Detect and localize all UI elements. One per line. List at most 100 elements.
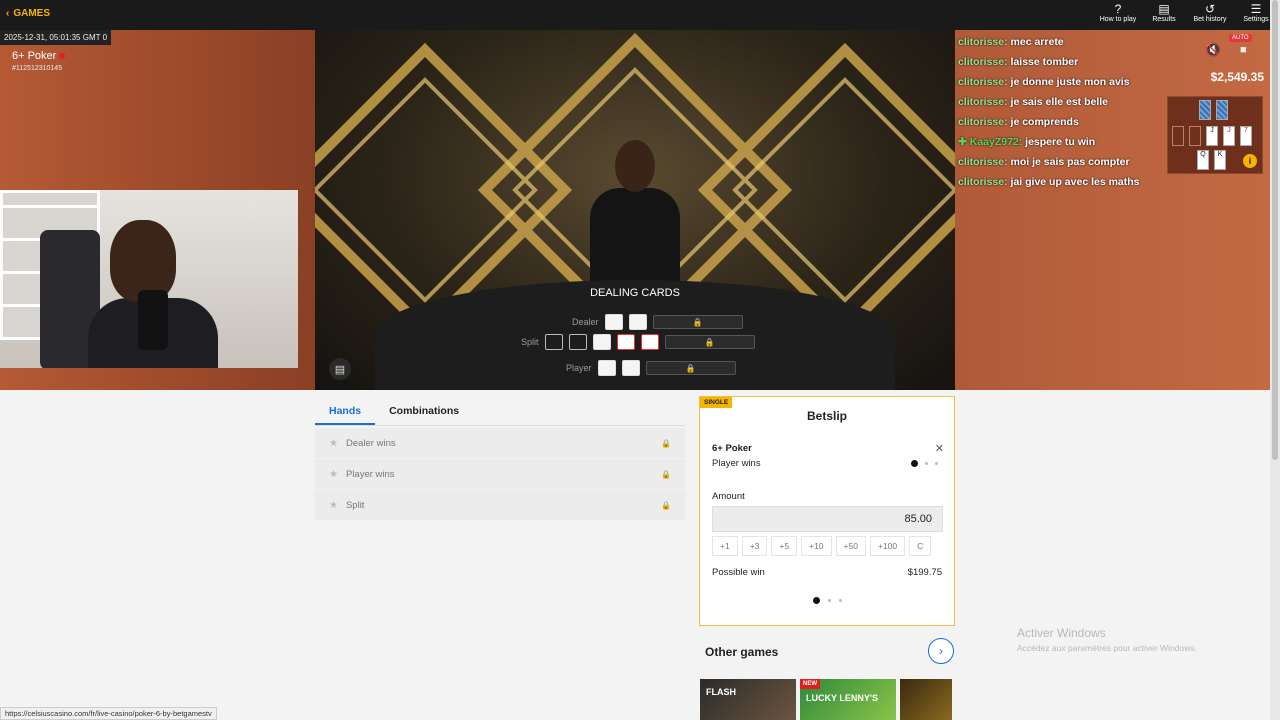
auto-badge: AUTO bbox=[1229, 34, 1252, 42]
card-slot bbox=[544, 334, 563, 350]
camera-icon[interactable]: ■ bbox=[1240, 44, 1247, 56]
how-to-play-button[interactable]: ? How to play bbox=[1098, 2, 1138, 23]
new-badge: NEW bbox=[800, 679, 820, 689]
card bbox=[616, 334, 635, 350]
card-back bbox=[1199, 100, 1211, 120]
card-back bbox=[1216, 100, 1228, 120]
dealer-lock-box: 🔒 bbox=[652, 315, 743, 329]
card bbox=[621, 360, 640, 376]
mute-icon[interactable]: 🔇 bbox=[1205, 42, 1221, 58]
game-name-label: 6+ Poker bbox=[12, 50, 57, 62]
pager-dot[interactable] bbox=[827, 599, 831, 602]
close-icon[interactable]: ✕ bbox=[935, 442, 944, 455]
chat-message: clitorisse: laisse tomber bbox=[958, 56, 1079, 68]
amount-label: Amount bbox=[712, 491, 745, 502]
lock-icon: 🔒 bbox=[661, 438, 671, 448]
bet-game: 6+ Poker bbox=[712, 443, 752, 454]
hand-option-player-wins[interactable]: ★ Player wins 🔒 bbox=[315, 459, 685, 489]
balance: $2,549.35 bbox=[1210, 70, 1264, 84]
windows-activation-watermark: Activer Windows Accédez aux paramètres p… bbox=[1017, 626, 1197, 653]
split-row-label: Split bbox=[521, 337, 539, 347]
mini-card: 7 bbox=[1240, 126, 1252, 146]
quick-add-10-button[interactable]: +10 bbox=[801, 536, 832, 556]
game-tile-lucky-lennys[interactable]: NEW LUCKY LENNY'S bbox=[800, 679, 896, 720]
star-icon[interactable]: ★ bbox=[329, 438, 338, 449]
dealer-row: Dealer 🔒 bbox=[572, 314, 743, 330]
quick-add-1-button[interactable]: +1 bbox=[712, 536, 738, 556]
card bbox=[628, 314, 647, 330]
chat-overlay: clitorisse: mec arrete clitorisse: laiss… bbox=[958, 32, 1198, 192]
amount-input[interactable]: 85.00 bbox=[712, 506, 943, 532]
card-slot bbox=[1172, 126, 1184, 146]
lock-icon: 🔒 bbox=[661, 469, 671, 479]
quick-add-100-button[interactable]: +100 bbox=[869, 536, 906, 556]
dealer-row-label: Dealer bbox=[572, 317, 599, 327]
card bbox=[592, 334, 611, 350]
pager-dot[interactable] bbox=[812, 597, 820, 604]
games-label: GAMES bbox=[13, 8, 51, 19]
game-stage: 2025-12-31, 05:01:35 GMT 0 6+ Poker #112… bbox=[0, 30, 1270, 390]
top-bar: ‹ GAMES bbox=[0, 0, 1270, 30]
chat-message: clitorisse: je sais elle est belle bbox=[958, 96, 1109, 108]
pager-dot[interactable] bbox=[925, 462, 928, 465]
mini-card: K bbox=[1214, 150, 1226, 170]
info-icon[interactable]: i bbox=[1243, 154, 1257, 168]
microphone bbox=[138, 290, 168, 350]
tab-hands[interactable]: Hands bbox=[315, 396, 376, 425]
betslip: SINGLE Betslip 6+ Poker ✕ Player wins Am… bbox=[699, 396, 955, 626]
hand-label: Player wins bbox=[345, 468, 395, 480]
pager-dot[interactable] bbox=[911, 460, 918, 467]
lock-icon: 🔒 bbox=[661, 500, 671, 510]
game-tile-flash[interactable]: FLASH bbox=[700, 679, 796, 720]
chat-message: clitorisse: je donne juste mon avis bbox=[958, 76, 1130, 88]
quick-add-3-button[interactable]: +3 bbox=[741, 536, 768, 556]
card-slot bbox=[1189, 126, 1201, 146]
games-back-button[interactable]: ‹ GAMES bbox=[6, 8, 50, 19]
results-icon: ▤ bbox=[1158, 2, 1170, 16]
bet-pick: Player wins bbox=[712, 458, 761, 469]
timestamp: 2025-12-31, 05:01:35 GMT 0 bbox=[0, 30, 112, 45]
chat-message: clitorisse: mec arrete bbox=[958, 36, 1064, 48]
chat-message: ✚ KaayZ972: jespere tu win bbox=[958, 136, 1096, 148]
card bbox=[640, 334, 659, 350]
chat-message: clitorisse: moi je sais pas compter bbox=[958, 156, 1130, 168]
watermark-subtitle: Accédez aux paramètres pour activer Wind… bbox=[1017, 643, 1197, 653]
game-tile-label: FLASH bbox=[706, 687, 736, 697]
hand-option-split[interactable]: ★ Split 🔒 bbox=[315, 490, 685, 520]
game-tile-label: LUCKY LENNY'S bbox=[806, 693, 878, 703]
hand-option-dealer-wins[interactable]: ★ Dealer wins 🔒 bbox=[315, 428, 685, 458]
card bbox=[597, 360, 616, 376]
bet-history-button[interactable]: ↺ Bet history bbox=[1190, 2, 1230, 23]
quick-add-5-button[interactable]: +5 bbox=[771, 536, 798, 556]
chat-toggle-button[interactable]: ▤ bbox=[329, 358, 351, 380]
split-lock-box: 🔒 bbox=[664, 335, 755, 349]
clear-amount-button[interactable]: C bbox=[909, 536, 932, 556]
betslip-pager bbox=[700, 597, 954, 604]
game-tile[interactable] bbox=[900, 679, 952, 720]
page-scrollbar[interactable] bbox=[1270, 0, 1280, 720]
pager-dot[interactable] bbox=[838, 599, 842, 602]
mini-card: J bbox=[1206, 126, 1218, 146]
mini-card: Q bbox=[1197, 150, 1209, 170]
chevron-right-icon[interactable]: › bbox=[928, 638, 954, 664]
hand-label: Split bbox=[345, 499, 365, 511]
tab-combinations[interactable]: Combinations bbox=[375, 396, 473, 425]
player-row-label: Player bbox=[566, 363, 592, 373]
single-badge: SINGLE bbox=[700, 397, 733, 408]
scrollbar-thumb[interactable] bbox=[1272, 0, 1278, 460]
possible-win-label: Possible win bbox=[712, 567, 765, 578]
watermark-title: Activer Windows bbox=[1017, 626, 1106, 640]
star-icon[interactable]: ★ bbox=[329, 500, 338, 511]
other-games-carousel: FLASH NEW LUCKY LENNY'S bbox=[700, 679, 955, 720]
mini-card: J bbox=[1223, 126, 1235, 146]
quick-amount-buttons: +1 +3 +5 +10 +50 +100 C bbox=[712, 536, 932, 556]
pager-dot[interactable] bbox=[935, 462, 938, 465]
results-button[interactable]: ▤ Results bbox=[1144, 2, 1184, 23]
status-bar-url: https://celsiuscasino.com/fr/live-casino… bbox=[0, 707, 217, 720]
quick-add-50-button[interactable]: +50 bbox=[835, 536, 866, 556]
game-name: 6+ Poker bbox=[12, 50, 66, 62]
split-row: Split 🔒 bbox=[521, 334, 755, 350]
player-row: Player 🔒 bbox=[566, 360, 736, 376]
game-id: #112512310145 bbox=[12, 65, 63, 72]
star-icon[interactable]: ★ bbox=[329, 469, 338, 480]
